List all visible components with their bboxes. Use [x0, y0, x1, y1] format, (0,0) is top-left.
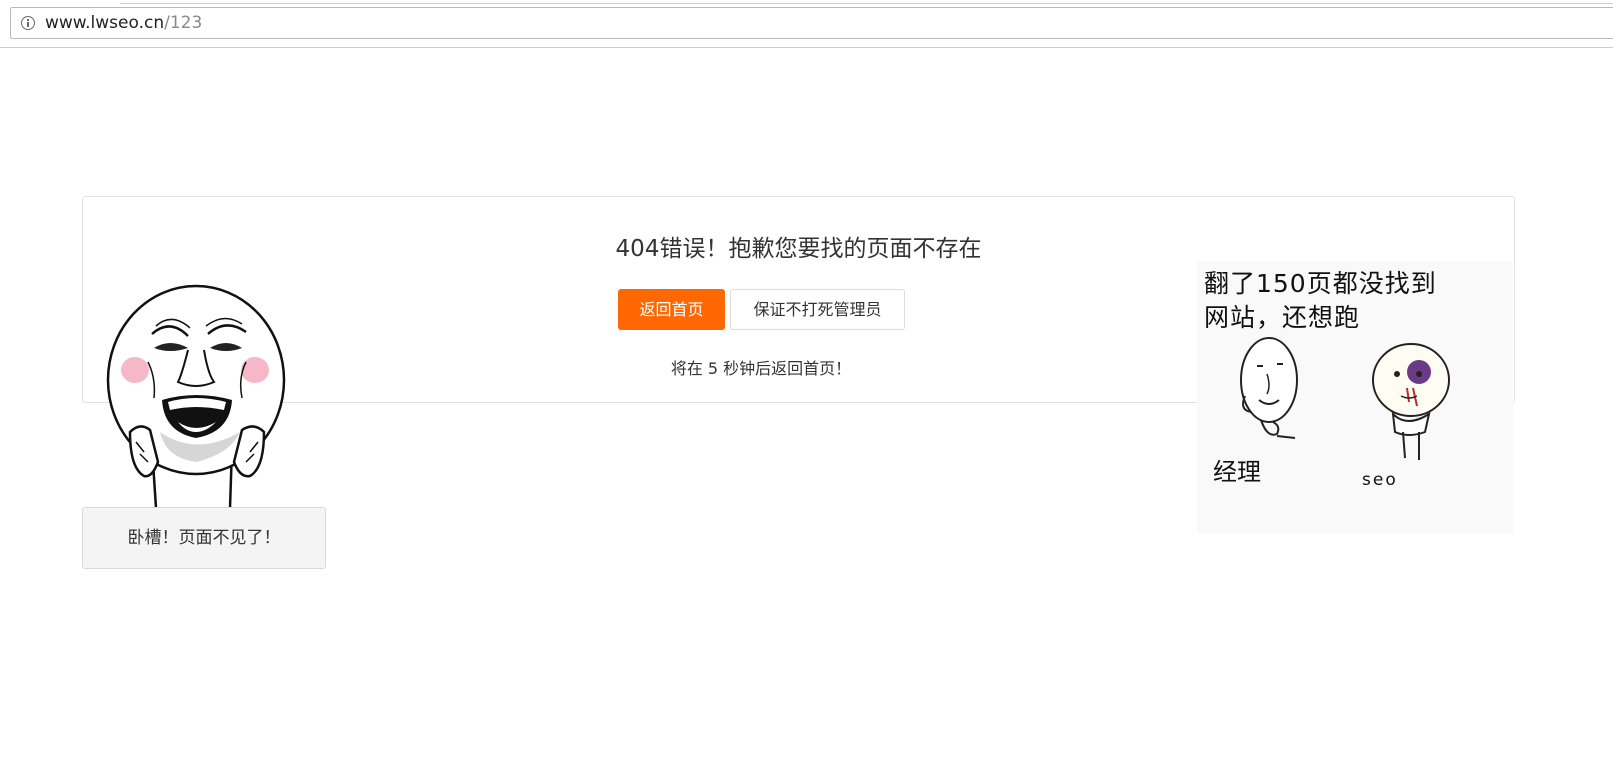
back-home-button[interactable]: 返回首页	[618, 289, 725, 330]
manager-and-seo-meme: 翻了150页都没找到 网站，还想跑 经理 seo	[1197, 262, 1513, 533]
meme-caption: 卧槽！页面不见了！	[82, 507, 326, 569]
info-icon[interactable]	[21, 16, 35, 30]
tab-strip-edge	[120, 0, 1613, 4]
address-bar[interactable]: www.lwseo.cn/123	[10, 7, 1613, 39]
label-seo: seo	[1362, 470, 1398, 490]
url-host: www.lwseo.cn	[45, 13, 165, 33]
promise-button[interactable]: 保证不打死管理员	[730, 289, 905, 330]
meme-text-line2: 网站，还想跑	[1204, 303, 1361, 332]
laughing-face-meme	[100, 282, 295, 509]
address-url[interactable]: www.lwseo.cn/123	[45, 13, 202, 33]
label-manager: 经理	[1213, 458, 1261, 486]
page-title: 404错误！抱歉您要找的页面不存在	[615, 236, 982, 262]
browser-toolbar: www.lwseo.cn/123	[0, 0, 1613, 48]
meme-text-line1: 翻了150页都没找到	[1204, 269, 1437, 298]
url-path: /123	[164, 13, 203, 33]
